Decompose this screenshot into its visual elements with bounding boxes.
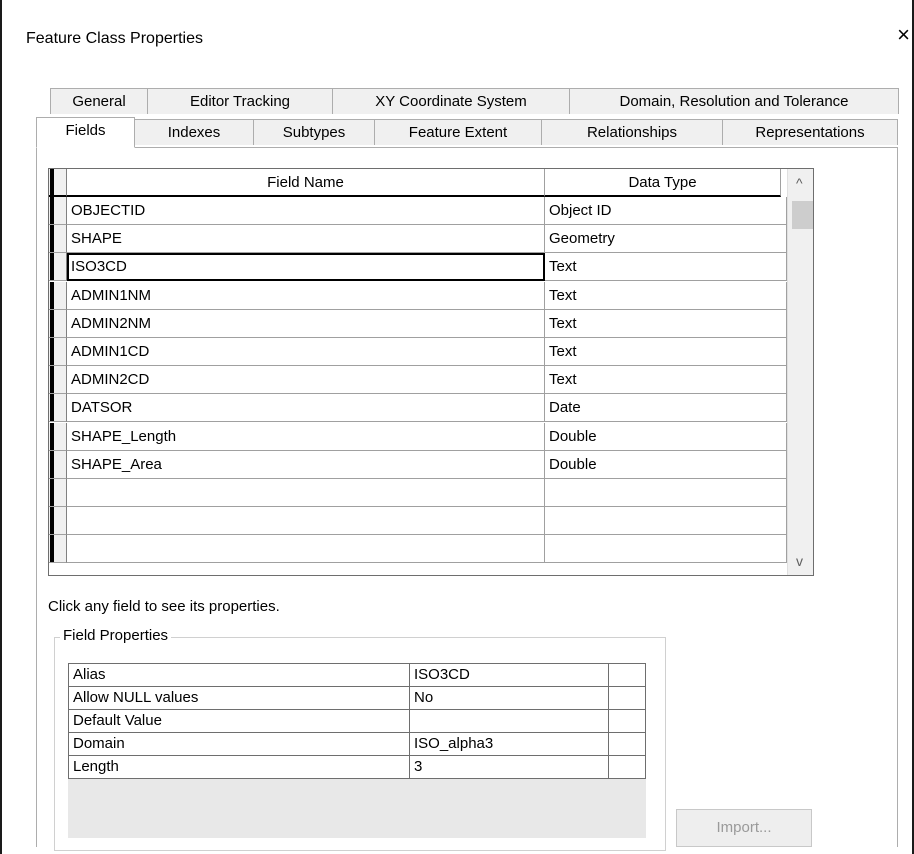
property-extra-cell xyxy=(608,755,646,779)
data-type-cell[interactable]: Geometry xyxy=(545,225,787,254)
tab-indexes[interactable]: Indexes xyxy=(134,119,254,145)
header-row-selector xyxy=(49,169,67,197)
tab-subtypes[interactable]: Subtypes xyxy=(253,119,375,145)
property-label: Length xyxy=(68,755,410,779)
property-row[interactable]: Length 3 xyxy=(68,755,646,780)
scroll-down-icon[interactable]: v xyxy=(796,553,803,569)
property-label: Domain xyxy=(68,732,410,756)
property-extra-cell xyxy=(608,686,646,710)
row-selector[interactable] xyxy=(49,309,67,338)
property-row[interactable]: Allow NULL values No xyxy=(68,686,646,711)
data-type-cell[interactable]: Text xyxy=(545,281,787,310)
scroll-up-icon[interactable]: ^ xyxy=(796,175,803,191)
field-name-cell[interactable]: ADMIN2CD xyxy=(67,366,545,395)
grid-scrollbar[interactable]: ^ v xyxy=(787,169,813,575)
row-selector[interactable] xyxy=(49,225,67,254)
property-label: Alias xyxy=(68,663,410,687)
table-row[interactable] xyxy=(49,507,813,536)
tab-editor-tracking[interactable]: Editor Tracking xyxy=(147,88,333,114)
field-name-cell[interactable]: ADMIN1CD xyxy=(67,338,545,366)
data-type-cell[interactable] xyxy=(545,479,787,507)
data-type-cell[interactable]: Text xyxy=(545,366,787,395)
field-name-cell[interactable] xyxy=(67,479,545,507)
row-selector[interactable] xyxy=(49,422,67,451)
grid-header-row: Field Name Data Type xyxy=(49,169,813,197)
row-selector[interactable] xyxy=(49,450,67,479)
table-row[interactable]: ADMIN1NM Text xyxy=(49,281,813,310)
field-name-cell[interactable]: ADMIN1NM xyxy=(67,281,545,310)
property-extra-cell xyxy=(608,732,646,756)
field-name-cell[interactable]: SHAPE_Length xyxy=(67,422,545,451)
dialog-title: Feature Class Properties xyxy=(26,30,203,47)
tab-relationships[interactable]: Relationships xyxy=(541,119,723,145)
tab-domain-resolution-tolerance[interactable]: Domain, Resolution and Tolerance xyxy=(569,88,899,114)
table-row[interactable]: SHAPE_Area Double xyxy=(49,450,813,479)
table-row[interactable]: ADMIN2CD Text xyxy=(49,366,813,395)
row-selector[interactable] xyxy=(49,253,67,282)
table-row[interactable]: ADMIN1CD Text xyxy=(49,338,813,366)
data-type-cell[interactable]: Double xyxy=(545,422,787,451)
import-button[interactable]: Import... xyxy=(676,809,812,847)
property-value[interactable]: No xyxy=(409,686,609,710)
left-frame-edge xyxy=(0,0,2,854)
property-extra-cell xyxy=(608,709,646,733)
field-properties-table: Alias ISO3CD Allow NULL values No Default Va… xyxy=(68,663,646,838)
table-row[interactable]: ADMIN2NM Text xyxy=(49,309,813,338)
property-label: Default Value xyxy=(68,709,410,733)
property-row[interactable]: Domain ISO_alpha3 xyxy=(68,732,646,757)
field-name-cell[interactable] xyxy=(67,535,545,564)
row-selector[interactable] xyxy=(49,197,67,225)
table-row[interactable] xyxy=(49,479,813,507)
data-type-cell[interactable] xyxy=(545,507,787,536)
row-selector[interactable] xyxy=(49,479,67,507)
data-type-cell[interactable]: Object ID xyxy=(545,197,787,225)
table-row[interactable]: SHAPE_Length Double xyxy=(49,422,813,451)
property-row[interactable]: Alias ISO3CD xyxy=(68,663,646,688)
field-name-cell[interactable] xyxy=(67,507,545,536)
field-name-cell[interactable]: OBJECTID xyxy=(67,197,545,225)
tab-representations[interactable]: Representations xyxy=(722,119,898,145)
table-row[interactable] xyxy=(49,535,813,564)
property-value[interactable]: 3 xyxy=(409,755,609,779)
property-value[interactable] xyxy=(409,709,609,733)
data-type-header[interactable]: Data Type xyxy=(545,169,781,197)
field-name-cell[interactable]: ADMIN2NM xyxy=(67,309,545,338)
close-icon[interactable]: × xyxy=(897,24,910,46)
data-type-cell[interactable]: Text xyxy=(545,253,787,282)
data-type-cell[interactable]: Text xyxy=(545,309,787,338)
tab-general[interactable]: General xyxy=(50,88,148,114)
row-selector[interactable] xyxy=(49,535,67,564)
field-name-header[interactable]: Field Name xyxy=(67,169,545,197)
table-row[interactable]: DATSOR Date xyxy=(49,394,813,423)
row-selector[interactable] xyxy=(49,366,67,395)
table-row[interactable]: ISO3CD Text xyxy=(49,253,813,282)
field-properties-legend: Field Properties xyxy=(60,627,172,644)
property-row[interactable]: Default Value xyxy=(68,709,646,734)
fields-grid[interactable]: Field Name Data Type OBJECTID Object ID SH… xyxy=(48,168,814,576)
property-value[interactable]: ISO3CD xyxy=(409,663,609,687)
table-row[interactable]: OBJECTID Object ID xyxy=(49,197,813,225)
row-selector[interactable] xyxy=(49,394,67,423)
property-value[interactable]: ISO_alpha3 xyxy=(409,732,609,756)
row-selector[interactable] xyxy=(49,507,67,536)
tab-feature-extent[interactable]: Feature Extent xyxy=(374,119,542,145)
tab-fields[interactable]: Fields xyxy=(36,117,135,148)
instruction-text: Click any field to see its properties. xyxy=(48,598,280,615)
tab-xy-coordinate-system[interactable]: XY Coordinate System xyxy=(332,88,570,114)
data-type-cell[interactable]: Date xyxy=(545,394,787,423)
row-selector[interactable] xyxy=(49,281,67,310)
field-name-cell[interactable]: SHAPE xyxy=(67,225,545,254)
field-name-cell[interactable]: ISO3CD xyxy=(67,253,545,282)
field-name-cell[interactable]: SHAPE_Area xyxy=(67,450,545,479)
property-extra-cell xyxy=(608,663,646,687)
row-selector[interactable] xyxy=(49,338,67,366)
table-row[interactable]: SHAPE Geometry xyxy=(49,225,813,254)
data-type-cell[interactable]: Double xyxy=(545,450,787,479)
property-label: Allow NULL values xyxy=(68,686,410,710)
data-type-cell[interactable] xyxy=(545,535,787,564)
scroll-thumb[interactable] xyxy=(792,201,813,229)
data-type-cell[interactable]: Text xyxy=(545,338,787,366)
field-name-cell[interactable]: DATSOR xyxy=(67,394,545,423)
